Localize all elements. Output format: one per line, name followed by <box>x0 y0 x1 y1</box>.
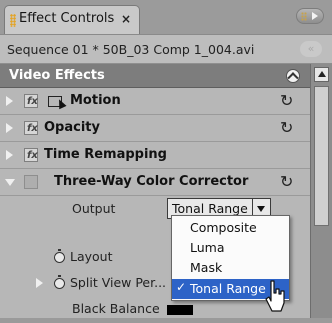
twirl-closed-icon[interactable] <box>6 96 13 106</box>
scroll-up-icon[interactable] <box>314 67 329 82</box>
fx-toggle-icon[interactable]: fx <box>24 94 38 108</box>
black-balance-swatch[interactable] <box>167 305 193 315</box>
fx-toggle-icon[interactable]: fx <box>24 148 38 162</box>
checkmark-icon: ✓ <box>176 280 187 294</box>
sequence-clip-label: Sequence 01 * 50B_03 Comp 1_004.avi <box>7 42 255 57</box>
video-effects-title: Video Effects <box>9 68 105 83</box>
fx-toggle-icon[interactable]: fx <box>24 121 38 135</box>
vertical-scrollbar[interactable] <box>310 64 332 318</box>
effect-label: Motion <box>70 93 121 108</box>
collapse-all-icon[interactable] <box>286 69 300 83</box>
reset-icon[interactable]: ↻ <box>280 118 293 137</box>
effect-label: Opacity <box>44 120 100 135</box>
layout-label: Layout <box>70 249 113 264</box>
panel-menu-arrow-icon <box>312 12 318 20</box>
stopwatch-icon[interactable] <box>54 249 65 263</box>
tab-effect-controls[interactable]: Effect Controls × <box>4 5 140 34</box>
tab-title: Effect Controls <box>19 11 115 26</box>
panel-grip-icon[interactable] <box>10 14 16 27</box>
effect-label: Time Remapping <box>44 147 167 162</box>
twirl-closed-icon[interactable] <box>6 150 13 160</box>
black-balance-label: Black Balance <box>72 301 160 316</box>
effect-row-three-way-color-corrector[interactable]: Three-Way Color Corrector ↻ <box>0 169 310 196</box>
twirl-open-icon[interactable] <box>5 179 15 186</box>
effect-row-time-remapping[interactable]: fx Time Remapping <box>0 142 310 169</box>
reset-icon[interactable]: ↻ <box>280 172 293 191</box>
show-hide-timeline-button[interactable]: « <box>300 41 322 57</box>
output-label: Output <box>72 201 116 216</box>
split-view-label: Split View Per... <box>70 275 167 290</box>
sequence-bar: Sequence 01 * 50B_03 Comp 1_004.avi « <box>0 34 332 64</box>
effect-label: Three-Way Color Corrector <box>54 174 249 189</box>
effect-row-opacity[interactable]: fx Opacity ↻ <box>0 115 310 142</box>
panel-menu-button[interactable] <box>296 8 324 24</box>
hand-pointer-cursor-icon <box>265 280 285 312</box>
fx-toggle-icon[interactable] <box>24 175 38 189</box>
twirl-closed-icon[interactable] <box>36 278 43 288</box>
menu-item-luma[interactable]: Luma <box>172 238 289 258</box>
stopwatch-icon[interactable] <box>54 275 65 289</box>
twirl-closed-icon[interactable] <box>6 123 13 133</box>
output-selected-value: Tonal Range <box>172 201 248 216</box>
panel-menu-grip-icon <box>301 12 307 21</box>
tab-close-icon[interactable]: × <box>121 12 131 26</box>
menu-item-mask[interactable]: Mask <box>172 258 289 278</box>
reset-icon[interactable]: ↻ <box>280 91 293 110</box>
menu-item-composite[interactable]: Composite <box>172 218 289 238</box>
motion-transform-icon[interactable] <box>48 96 62 107</box>
video-effects-header: Video Effects <box>0 64 310 88</box>
effect-row-motion[interactable]: fx Motion ↻ <box>0 88 310 115</box>
panel-tab-strip: Effect Controls × <box>0 0 332 34</box>
scroll-thumb[interactable] <box>314 86 329 226</box>
